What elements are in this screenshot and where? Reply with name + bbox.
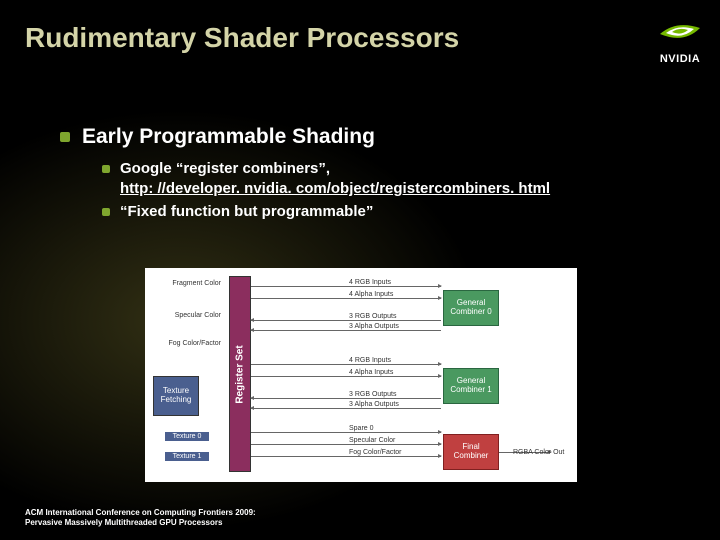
label-alpha-out: 3 Alpha Outputs [349, 401, 399, 408]
arrow [251, 408, 441, 409]
arrow [251, 432, 441, 433]
label-fragment-color: Fragment Color [161, 280, 221, 287]
label-texture0: Texture 0 [165, 432, 209, 441]
nvidia-logo: NVIDIA [658, 18, 702, 65]
footer-line2: Pervasive Massively Multithreaded GPU Pr… [25, 518, 256, 528]
arrow [251, 364, 441, 365]
arrow [251, 398, 441, 399]
box-general-combiner-0: General Combiner 0 [443, 290, 499, 326]
label-rgb-out: 3 RGB Outputs [349, 313, 396, 320]
nvidia-eye-icon [658, 18, 702, 46]
label-texture1: Texture 1 [165, 452, 209, 461]
label-fog: Fog Color/Factor [161, 340, 221, 347]
box-register-set: Register Set [229, 276, 251, 472]
label-rgb-out: 3 RGB Outputs [349, 391, 396, 398]
arrow [251, 320, 441, 321]
arrow [251, 376, 441, 377]
arrow [251, 330, 441, 331]
bullet-level1: Early Programmable Shading [60, 125, 690, 149]
bullet-text: Google “register combiners”, [120, 160, 330, 177]
label-alpha-in: 4 Alpha Inputs [349, 291, 393, 298]
slide-title: Rudimentary Shader Processors [25, 22, 459, 54]
label-rgb-in: 4 RGB Inputs [349, 279, 391, 286]
slide-footer: ACM International Conference on Computin… [25, 508, 256, 528]
bullet-level2-b: “Fixed function but programmable” [102, 202, 690, 222]
label-spare0: Spare 0 [349, 425, 374, 432]
arrow [251, 286, 441, 287]
box-general-combiner-1: General Combiner 1 [443, 368, 499, 404]
arrow [251, 298, 441, 299]
arrow [251, 456, 441, 457]
content-area: Early Programmable Shading Google “regis… [60, 125, 690, 224]
url-link[interactable]: http: //developer. nvidia. com/object/re… [120, 180, 550, 197]
label-fog2: Fog Color/Factor [349, 449, 402, 456]
label-specular-color: Specular Color [161, 312, 221, 319]
label-alpha-in: 4 Alpha Inputs [349, 369, 393, 376]
box-final-combiner: Final Combiner [443, 434, 499, 470]
label-spec: Specular Color [349, 437, 395, 444]
box-texture-fetching: Texture Fetching [153, 376, 199, 416]
register-combiners-diagram: Fragment Color Specular Color Fog Color/… [145, 268, 577, 482]
label-alpha-out: 3 Alpha Outputs [349, 323, 399, 330]
nvidia-logo-text: NVIDIA [658, 53, 702, 65]
bullet-level2-a: Google “register combiners”, http: //dev… [102, 159, 690, 200]
arrow [251, 444, 441, 445]
footer-line1: ACM International Conference on Computin… [25, 508, 256, 518]
label-rgba-out: RGBA Color Out [513, 449, 564, 456]
label-rgb-in: 4 RGB Inputs [349, 357, 391, 364]
